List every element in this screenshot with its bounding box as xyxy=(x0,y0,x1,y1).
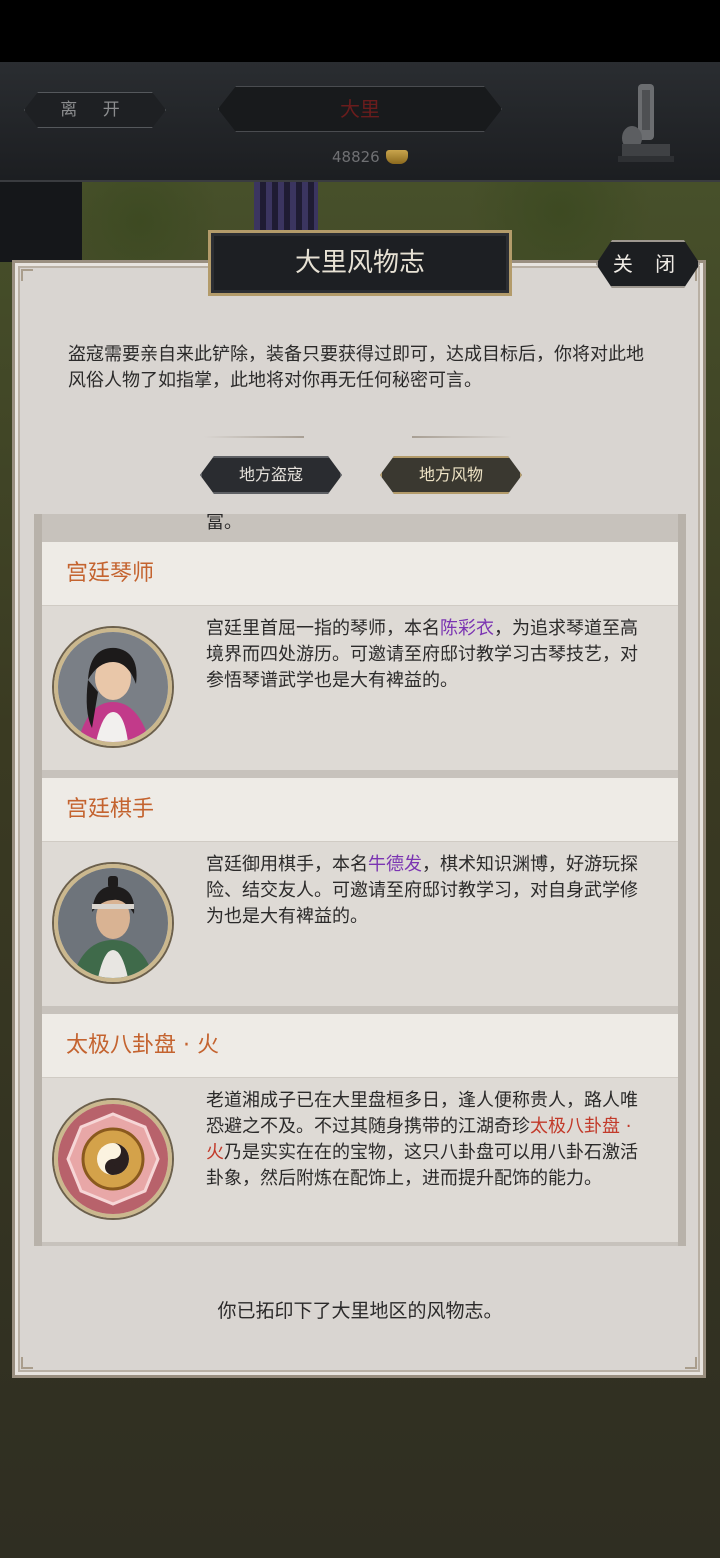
entry-title: 宫廷棋手 xyxy=(42,778,678,842)
bagua-disc-fire-icon xyxy=(54,1100,172,1218)
female-musician-portrait xyxy=(54,628,172,746)
close-button[interactable]: 关 闭 xyxy=(596,240,700,288)
character-name-link[interactable]: 陈彩衣 xyxy=(440,618,494,639)
completion-message: 你已拓印下了大里地区的风物志。 xyxy=(217,1300,503,1322)
panel-corner xyxy=(21,1357,33,1369)
status-bar xyxy=(0,0,720,62)
city-name-plate: 大里 xyxy=(218,86,502,132)
gold-amount: 48826 xyxy=(332,148,380,166)
entry-title: 太极八卦盘 · 火 xyxy=(42,1014,678,1078)
character-name-link[interactable]: 牛德发 xyxy=(368,854,422,875)
stone-lion-statue-icon[interactable] xyxy=(618,78,674,164)
desc-text: 乃是实实在在的宝物，这只八卦盘可以用八卦石激活卦象，然后附炼在配饰上，进而提升配… xyxy=(206,1142,638,1189)
desc-text: 宫廷里首屈一指的琴师，本名 xyxy=(206,618,440,639)
list-item: 太极八卦盘 · 火 老道湘成子已在大里盘桓多日，逢人便称贵人，路人唯恐避之不及。… xyxy=(42,1014,678,1242)
leave-button[interactable]: 离 开 xyxy=(24,92,166,128)
customs-list[interactable]: 富。 宫廷琴师 宫廷里首屈一指的琴师，本名陈彩衣，为追求琴道至高境界而四处游历。… xyxy=(34,514,686,1246)
entry-description: 宫廷御用棋手，本名牛德发，棋术知识渊博，好游玩探险、结交友人。可邀请至府邸讨教学… xyxy=(206,852,646,930)
map-shadow xyxy=(0,182,82,262)
list-item-tail: 富。 xyxy=(206,514,242,533)
dialog-title: 大里风物志 xyxy=(208,230,512,296)
ornament-divider xyxy=(412,436,512,438)
intro-text: 盗寇需要亲自来此铲除，装备只要获得过即可，达成目标后，你将对此地风俗人物了如指掌… xyxy=(68,344,644,391)
entry-description: 宫廷里首屈一指的琴师，本名陈彩衣，为追求琴道至高境界而四处游历。可邀请至府邸讨教… xyxy=(206,616,646,694)
desc-text: 宫廷御用棋手，本名 xyxy=(206,854,368,875)
list-item: 宫廷琴师 宫廷里首屈一指的琴师，本名陈彩衣，为追求琴道至高境界而四处游历。可邀请… xyxy=(42,542,678,770)
gold-ingot-icon xyxy=(385,150,408,164)
gold-counter: 48826 xyxy=(332,148,408,166)
panel-corner xyxy=(685,1357,697,1369)
panel-corner xyxy=(21,269,33,281)
list-item: 宫廷棋手 宫廷御用棋手，本名牛德发，棋术知识渊博，好游玩探险、结交友人。可邀请至… xyxy=(42,778,678,1006)
entry-description: 老道湘成子已在大里盘桓多日，逢人便称贵人，路人唯恐避之不及。不过其随身携带的江湖… xyxy=(206,1088,646,1192)
male-chess-player-portrait xyxy=(54,864,172,982)
tab-local-bandits[interactable]: 地方盗寇 xyxy=(200,456,342,494)
ornament-divider xyxy=(204,436,304,438)
city-header: 离 开 大里 48826 xyxy=(0,62,720,182)
tab-local-customs[interactable]: 地方风物 xyxy=(380,456,522,494)
entry-title: 宫廷琴师 xyxy=(42,542,678,606)
